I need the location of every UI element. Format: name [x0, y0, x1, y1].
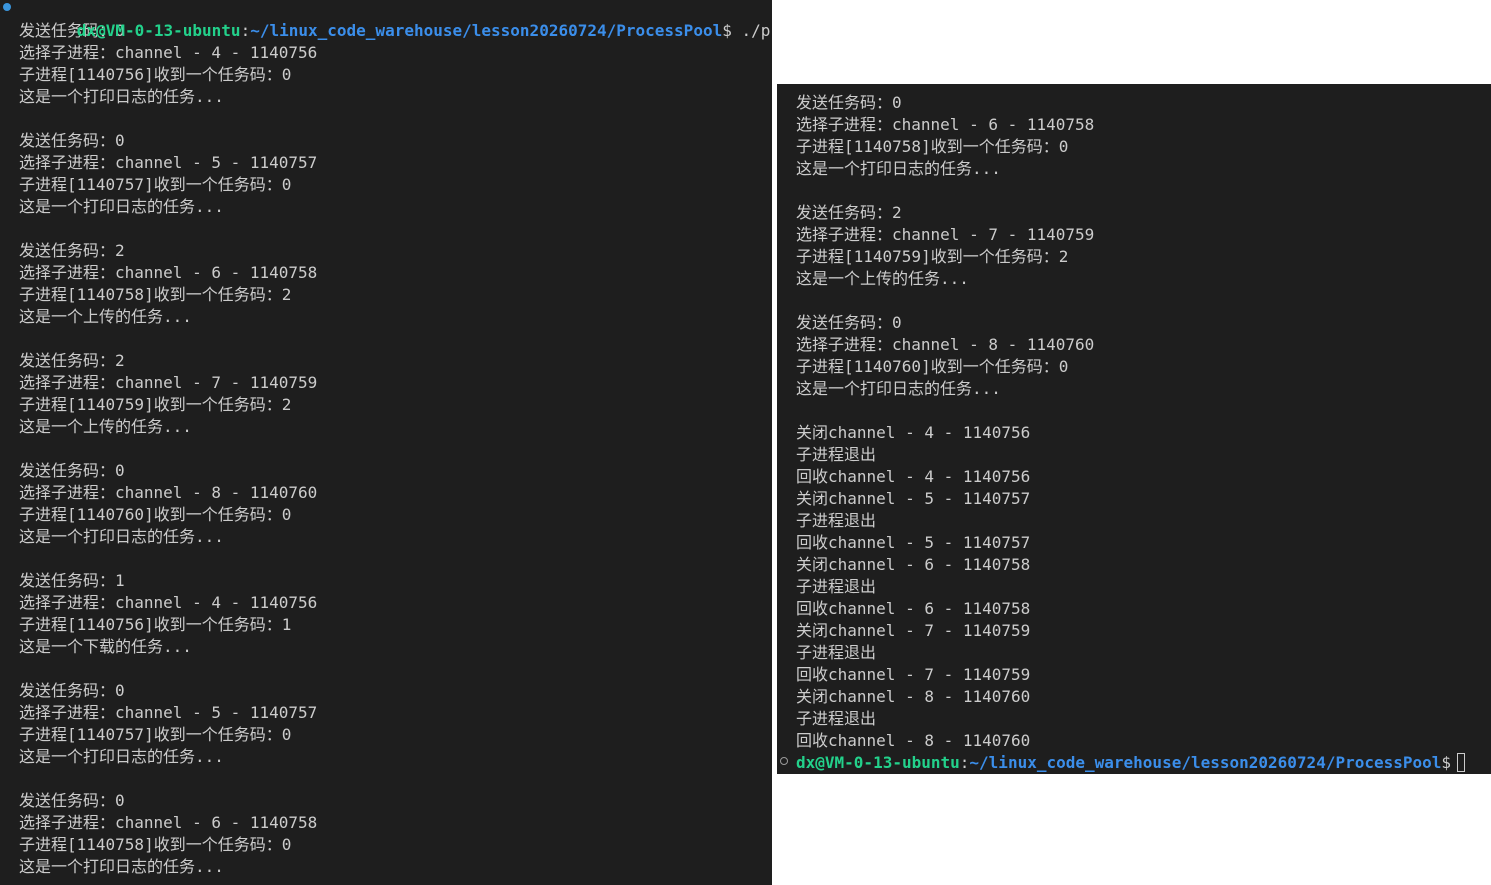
terminal-output-line: 发送任务码：2 [19, 351, 125, 370]
terminal-output-line: 关闭channel - 6 - 1140758 [796, 555, 1031, 574]
terminal-output-line: 这是一个打印日志的任务... [19, 87, 224, 106]
right-prompt-line: dx@VM-0-13-ubuntu:~/linux_code_warehouse… [780, 752, 1491, 774]
terminal-output-line: 选择子进程：channel - 4 - 1140756 [19, 43, 318, 62]
terminal-output-line: 回收channel - 4 - 1140756 [796, 467, 1031, 486]
terminal-output-line: 发送任务码：0 [796, 93, 902, 112]
terminal-output-line: 子进程退出 [796, 643, 877, 662]
terminal-output-line: 这是一个打印日志的任务... [796, 379, 1001, 398]
terminal-output-line: 这是一个打印日志的任务... [796, 159, 1001, 178]
terminal-output-line: 这是一个上传的任务... [796, 269, 969, 288]
terminal-output-line: 选择子进程：channel - 8 - 1140760 [19, 483, 318, 502]
terminal-output-line: 子进程[1140756]收到一个任务码：0 [19, 65, 292, 84]
terminal-output-line: 回收channel - 5 - 1140757 [796, 533, 1031, 552]
terminal-output-line: 子进程[1140758]收到一个任务码：0 [19, 835, 292, 854]
text-cursor-icon [1457, 753, 1466, 772]
terminal-output-line: 子进程退出 [796, 511, 877, 530]
terminal-output-line: 关闭channel - 8 - 1140760 [796, 687, 1031, 706]
terminal-output-line: 子进程[1140759]收到一个任务码：2 [19, 395, 292, 414]
terminal-output-line: 选择子进程：channel - 5 - 1140757 [19, 153, 318, 172]
prompt-user-host: dx@VM-0-13-ubuntu [796, 753, 960, 772]
terminal-output-line: 子进程[1140759]收到一个任务码：2 [796, 247, 1069, 266]
left-prompt-line: dx@VM-0-13-ubuntu:~/linux_code_warehouse… [3, 0, 772, 40]
right-terminal-pane[interactable]: 发送任务码：0 选择子进程：channel - 6 - 1140758 子进程[11… [777, 84, 1491, 774]
left-terminal-pane[interactable]: dx@VM-0-13-ubuntu:~/linux_code_warehouse… [0, 0, 772, 885]
prompt-command: ./process_pool [741, 21, 772, 40]
terminal-output-line: 选择子进程：channel - 7 - 1140759 [19, 373, 318, 392]
terminal-output-line: 回收channel - 8 - 1140760 [796, 731, 1031, 750]
prompt-user-host: dx@VM-0-13-ubuntu [76, 21, 241, 40]
terminal-output-line: 这是一个打印日志的任务... [19, 857, 224, 876]
terminal-output-line: 子进程[1140758]收到一个任务码：2 [19, 285, 292, 304]
terminal-output-line: 这是一个下载的任务... [19, 637, 192, 656]
terminal-output-line: 选择子进程：channel - 6 - 1140758 [19, 813, 318, 832]
prompt-path: ~/linux_code_warehouse/lesson20260724/Pr… [969, 753, 1442, 772]
terminal-output-line: 这是一个上传的任务... [19, 417, 192, 436]
terminal-output-line: 发送任务码：1 [19, 571, 125, 590]
terminal-output-line: 发送任务码：0 [19, 461, 125, 480]
terminal-output-line: 这是一个打印日志的任务... [19, 197, 224, 216]
terminal-output-line: 子进程退出 [796, 445, 877, 464]
terminal-output-line: 这是一个上传的任务... [19, 307, 192, 326]
left-terminal-output: dx@VM-0-13-ubuntu:~/linux_code_warehouse… [3, 0, 772, 878]
terminal-output-line: 发送任务码：0 [796, 313, 902, 332]
terminal-output-line: 发送任务码：0 [19, 681, 125, 700]
terminal-output-line: 发送任务码：2 [19, 241, 125, 260]
prompt-symbol: $ [722, 21, 732, 40]
terminal-output-line: 子进程[1140758]收到一个任务码：0 [796, 137, 1069, 156]
terminal-output-line: 选择子进程：channel - 8 - 1140760 [796, 335, 1095, 354]
terminal-output-line: 子进程[1140756]收到一个任务码：1 [19, 615, 292, 634]
terminal-output-line: 子进程[1140757]收到一个任务码：0 [19, 175, 292, 194]
terminal-output-line: 选择子进程：channel - 6 - 1140758 [796, 115, 1095, 134]
terminal-output-line: 子进程退出 [796, 709, 877, 728]
terminal-output-line: 子进程[1140760]收到一个任务码：0 [19, 505, 292, 524]
terminal-output-line: 这是一个打印日志的任务... [19, 747, 224, 766]
terminal-output-line: 关闭channel - 4 - 1140756 [796, 423, 1031, 442]
terminal-output-line: 回收channel - 7 - 1140759 [796, 665, 1031, 684]
command-status-dot-icon[interactable] [3, 3, 11, 11]
terminal-output-line: 选择子进程：channel - 4 - 1140756 [19, 593, 318, 612]
terminal-output-line: 发送任务码：0 [19, 791, 125, 810]
terminal-output-line: 选择子进程：channel - 5 - 1140757 [19, 703, 318, 722]
terminal-output-line: 回收channel - 6 - 1140758 [796, 599, 1031, 618]
terminal-output-line: 关闭channel - 5 - 1140757 [796, 489, 1031, 508]
terminal-output-line: 选择子进程：channel - 6 - 1140758 [19, 263, 318, 282]
terminal-output-line: 发送任务码：0 [19, 131, 125, 150]
terminal-output-line: 子进程退出 [796, 577, 877, 596]
terminal-output-line: 发送任务码：2 [796, 203, 902, 222]
prompt-separator: : [240, 21, 251, 40]
terminal-output-line: 选择子进程：channel - 7 - 1140759 [796, 225, 1095, 244]
terminal-output-line: 这是一个打印日志的任务... [19, 527, 224, 546]
terminal-output-line: 关闭channel - 7 - 1140759 [796, 621, 1031, 640]
prompt-symbol: $ [1441, 753, 1452, 772]
right-terminal-output: 发送任务码：0 选择子进程：channel - 6 - 1140758 子进程[11… [780, 92, 1491, 774]
prompt-separator: : [959, 753, 970, 772]
terminal-output-line: 子进程[1140760]收到一个任务码：0 [796, 357, 1069, 376]
terminal-output-line: 子进程[1140757]收到一个任务码：0 [19, 725, 292, 744]
prompt-path: ~/linux_code_warehouse/lesson20260724/Pr… [250, 21, 723, 40]
command-status-dot-icon[interactable] [780, 757, 788, 765]
